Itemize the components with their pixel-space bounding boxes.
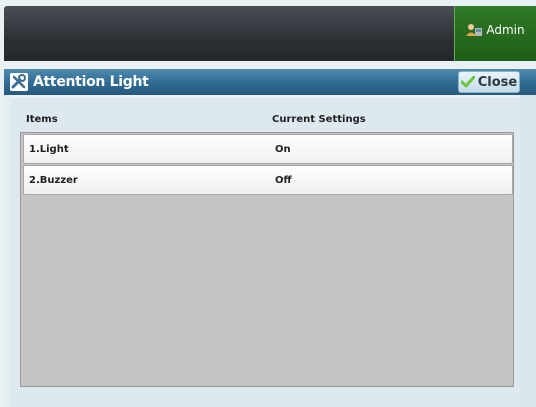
column-header-current-settings: Current Settings: [272, 114, 366, 125]
item-name: 2.Buzzer: [29, 175, 78, 186]
device-screen: Admin Attention Light Close Items Curren: [0, 0, 536, 407]
close-button[interactable]: Close: [458, 71, 520, 93]
top-header-bar: Admin: [4, 6, 536, 61]
close-label: Close: [477, 74, 518, 90]
window-title: Attention Light: [33, 74, 149, 90]
admin-button[interactable]: Admin: [454, 6, 536, 61]
admin-label: Admin: [486, 22, 525, 37]
item-setting: Off: [275, 175, 292, 186]
window-title-bar: Attention Light Close: [4, 69, 536, 95]
content-area: Items Current Settings 1.Light On 2.Buzz…: [10, 98, 520, 407]
list-item-light[interactable]: 1.Light On: [23, 134, 513, 164]
column-header-items: Items: [26, 114, 58, 125]
tools-icon: [10, 73, 28, 91]
item-name: 1.Light: [29, 144, 69, 155]
list-item-buzzer[interactable]: 2.Buzzer Off: [23, 165, 513, 195]
checkmark-icon: [460, 73, 476, 92]
right-panel-strip: [520, 95, 536, 407]
settings-list: 1.Light On 2.Buzzer Off: [20, 132, 514, 387]
admin-user-icon: [466, 23, 483, 37]
item-setting: On: [275, 144, 291, 155]
